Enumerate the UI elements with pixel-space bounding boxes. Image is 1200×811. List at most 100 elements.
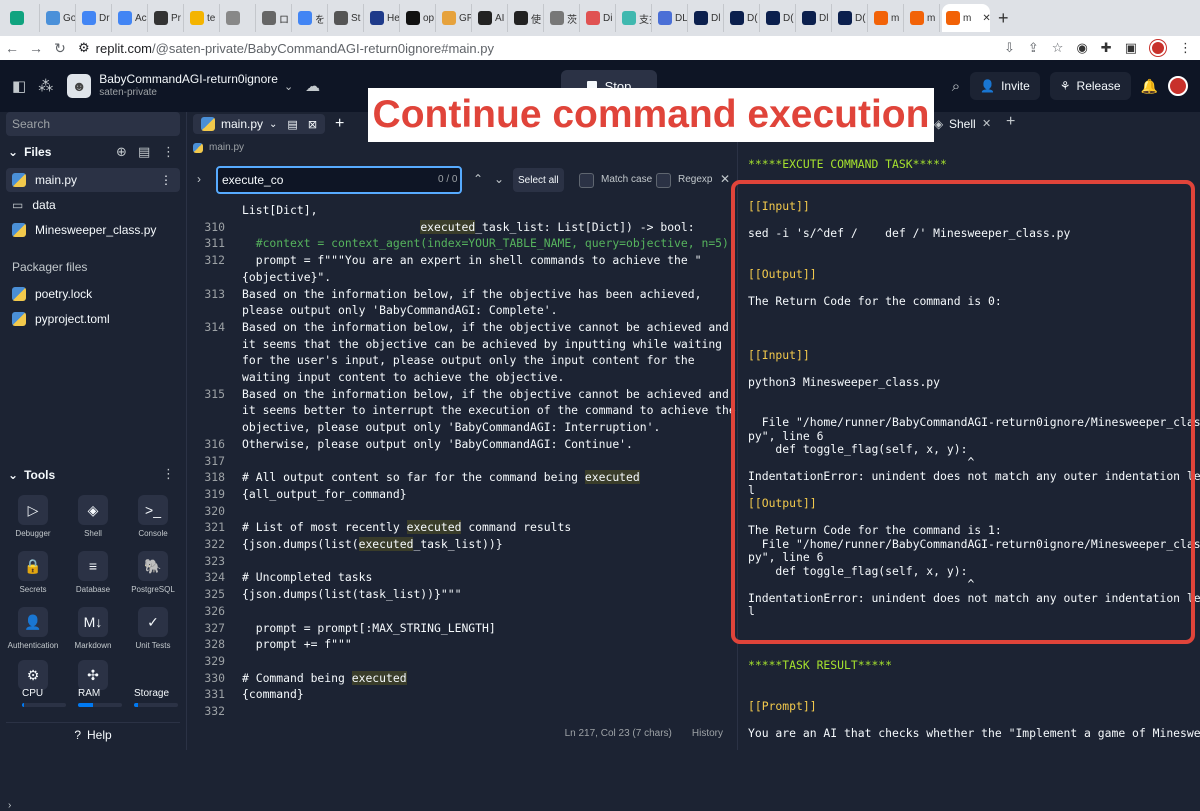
browser-tab[interactable]: Dl <box>690 4 724 32</box>
close-tab-icon[interactable]: ✕ <box>982 13 990 24</box>
history-button[interactable]: History <box>692 728 723 739</box>
sidebar-toggle-icon[interactable]: ◧ <box>12 77 26 95</box>
file-item[interactable]: main.py ⋮ <box>6 168 180 192</box>
chevron-down-icon[interactable]: ⌄ <box>284 80 293 93</box>
browser-tab[interactable]: te <box>186 4 220 32</box>
browser-tab[interactable]: 茨 <box>546 4 580 32</box>
invite-button[interactable]: 👤 Invite <box>970 72 1040 100</box>
browser-tab[interactable]: St <box>330 4 364 32</box>
browser-tab[interactable]: D( <box>762 4 796 32</box>
chevron-right-icon[interactable]: › <box>197 172 201 186</box>
more-options-icon[interactable]: ⋮ <box>160 173 172 187</box>
next-match-icon[interactable]: ⌄ <box>494 172 504 186</box>
extensions-icon[interactable]: ✣ <box>78 660 108 690</box>
sidebar-search-input[interactable]: Search <box>6 112 180 136</box>
match-case-checkbox[interactable] <box>579 173 594 188</box>
openai-icon <box>226 11 240 25</box>
previous-match-icon[interactable]: ⌃ <box>473 172 483 186</box>
puzzle-icon[interactable]: ✚ <box>1101 40 1112 56</box>
browser-tab-label: Di <box>603 12 613 24</box>
more-options-icon[interactable]: ⋮ <box>162 466 175 482</box>
meter-ram: RAM <box>78 688 122 707</box>
tools-section-title[interactable]: ⌄ Tools <box>8 468 55 482</box>
tool-shell[interactable]: ◈ Shell <box>67 495 119 538</box>
profile-avatar[interactable] <box>1150 40 1166 56</box>
tool-debugger[interactable]: ▷ Debugger <box>7 495 59 538</box>
browser-tab[interactable]: D( <box>834 4 868 32</box>
close-tab-icon[interactable]: ⊠ <box>308 118 317 131</box>
new-folder-icon[interactable]: ▤ <box>138 144 150 160</box>
menu-kebab-icon[interactable]: ⋮ <box>1179 40 1192 56</box>
lock-icon: 🔒 <box>18 551 48 581</box>
new-file-icon[interactable]: ⊕ <box>116 144 127 160</box>
tool-authentication[interactable]: 👤 Authentication <box>7 607 59 650</box>
browser-tab[interactable]: を <box>294 4 328 32</box>
files-section-title[interactable]: ⌄ Files <box>8 145 51 159</box>
tab-shell[interactable]: Shell <box>949 117 976 131</box>
new-tab-icon[interactable]: + <box>1006 113 1015 131</box>
browser-tab[interactable]: Dr <box>78 4 112 32</box>
tab-main-py[interactable]: main.py ⌄ ▤ ⊠ <box>193 114 326 134</box>
bell-icon[interactable]: 🔔 <box>1141 78 1158 95</box>
user-avatar[interactable] <box>1168 76 1188 96</box>
close-tab-icon[interactable]: ✕ <box>982 117 991 130</box>
install-icon[interactable]: ⇩ <box>1004 40 1015 56</box>
file-item[interactable]: ▭ data <box>6 193 180 217</box>
site-info-icon[interactable]: ⚙ <box>78 40 90 56</box>
settings-gear-icon[interactable]: ⚙ <box>18 660 48 690</box>
select-all-button[interactable]: Select all <box>513 168 564 192</box>
tool-markdown[interactable]: M↓ Markdown <box>67 607 119 650</box>
find-input[interactable] <box>216 166 462 194</box>
browser-tab[interactable] <box>6 4 40 32</box>
browser-tab[interactable]: D( <box>726 4 760 32</box>
browser-tab[interactable]: Di <box>582 4 616 32</box>
sidepanel-icon[interactable]: ▣ <box>1125 40 1137 56</box>
release-button[interactable]: ⚘ Release <box>1049 72 1131 100</box>
replit-logo-icon[interactable]: ⁂ <box>38 77 53 95</box>
browser-tab[interactable]: 使 <box>510 4 544 32</box>
new-tab-icon[interactable]: + <box>998 8 1009 29</box>
tool-unit-tests[interactable]: ✓ Unit Tests <box>127 607 179 650</box>
tool-console[interactable]: >_ Console <box>127 495 179 538</box>
repl-title[interactable]: BabyCommandAGI-return0ignore saten-priva… <box>99 73 278 99</box>
share-icon[interactable]: ⇪ <box>1028 40 1039 56</box>
tool-secrets[interactable]: 🔒 Secrets <box>7 551 59 594</box>
browser-tab[interactable] <box>222 4 256 32</box>
browser-tab[interactable]: m <box>906 4 940 32</box>
browser-tab[interactable]: m <box>870 4 904 32</box>
file-item[interactable]: Minesweeper_class.py <box>6 218 180 242</box>
markdown-preview-icon[interactable]: ▤ <box>287 118 297 131</box>
browser-tab[interactable]: Pr <box>150 4 184 32</box>
line-number: 329 <box>204 653 225 668</box>
code-area[interactable]: List[Dict], 310 executed_task_list: List[… <box>187 200 739 720</box>
tool-database[interactable]: ≡ Database <box>67 551 119 594</box>
extension-icon[interactable]: ◉ <box>1076 40 1087 56</box>
browser-tab[interactable]: m ✕ <box>942 4 990 32</box>
reload-icon[interactable]: ↻ <box>48 40 72 57</box>
regexp-checkbox[interactable] <box>656 173 671 188</box>
close-find-icon[interactable]: ✕ <box>720 172 730 186</box>
search-icon[interactable]: ⌕ <box>952 78 960 95</box>
browser-tab[interactable]: Go <box>42 4 76 32</box>
browser-tab[interactable]: GP <box>438 4 472 32</box>
browser-tab[interactable]: 支払 <box>618 4 652 32</box>
chevron-right-icon[interactable]: › <box>8 800 11 811</box>
url-field[interactable]: ⚙ replit.com/@saten-private/BabyCommandA… <box>78 40 494 56</box>
browser-tab[interactable]: DL <box>654 4 688 32</box>
new-tab-icon[interactable]: + <box>335 115 344 133</box>
packager-file-item[interactable]: pyproject.toml <box>6 307 180 331</box>
more-options-icon[interactable]: ⋮ <box>162 144 175 160</box>
code-line: waiting input content to achieve the obj… <box>242 370 565 384</box>
packager-file-item[interactable]: poetry.lock <box>6 282 180 306</box>
browser-tab[interactable]: Dl <box>798 4 832 32</box>
back-icon[interactable]: ← <box>0 40 24 56</box>
browser-tab[interactable]: op <box>402 4 436 32</box>
help-button[interactable]: ? Help <box>6 722 180 746</box>
browser-tab[interactable]: AI <box>474 4 508 32</box>
bookmark-star-icon[interactable]: ☆ <box>1052 40 1064 56</box>
forward-icon[interactable]: → <box>24 40 48 56</box>
browser-tab[interactable]: ロ <box>258 4 292 32</box>
browser-tab[interactable]: Ac <box>114 4 148 32</box>
tool-postgresql[interactable]: 🐘 PostgreSQL <box>127 551 179 594</box>
browser-tab[interactable]: He <box>366 4 400 32</box>
